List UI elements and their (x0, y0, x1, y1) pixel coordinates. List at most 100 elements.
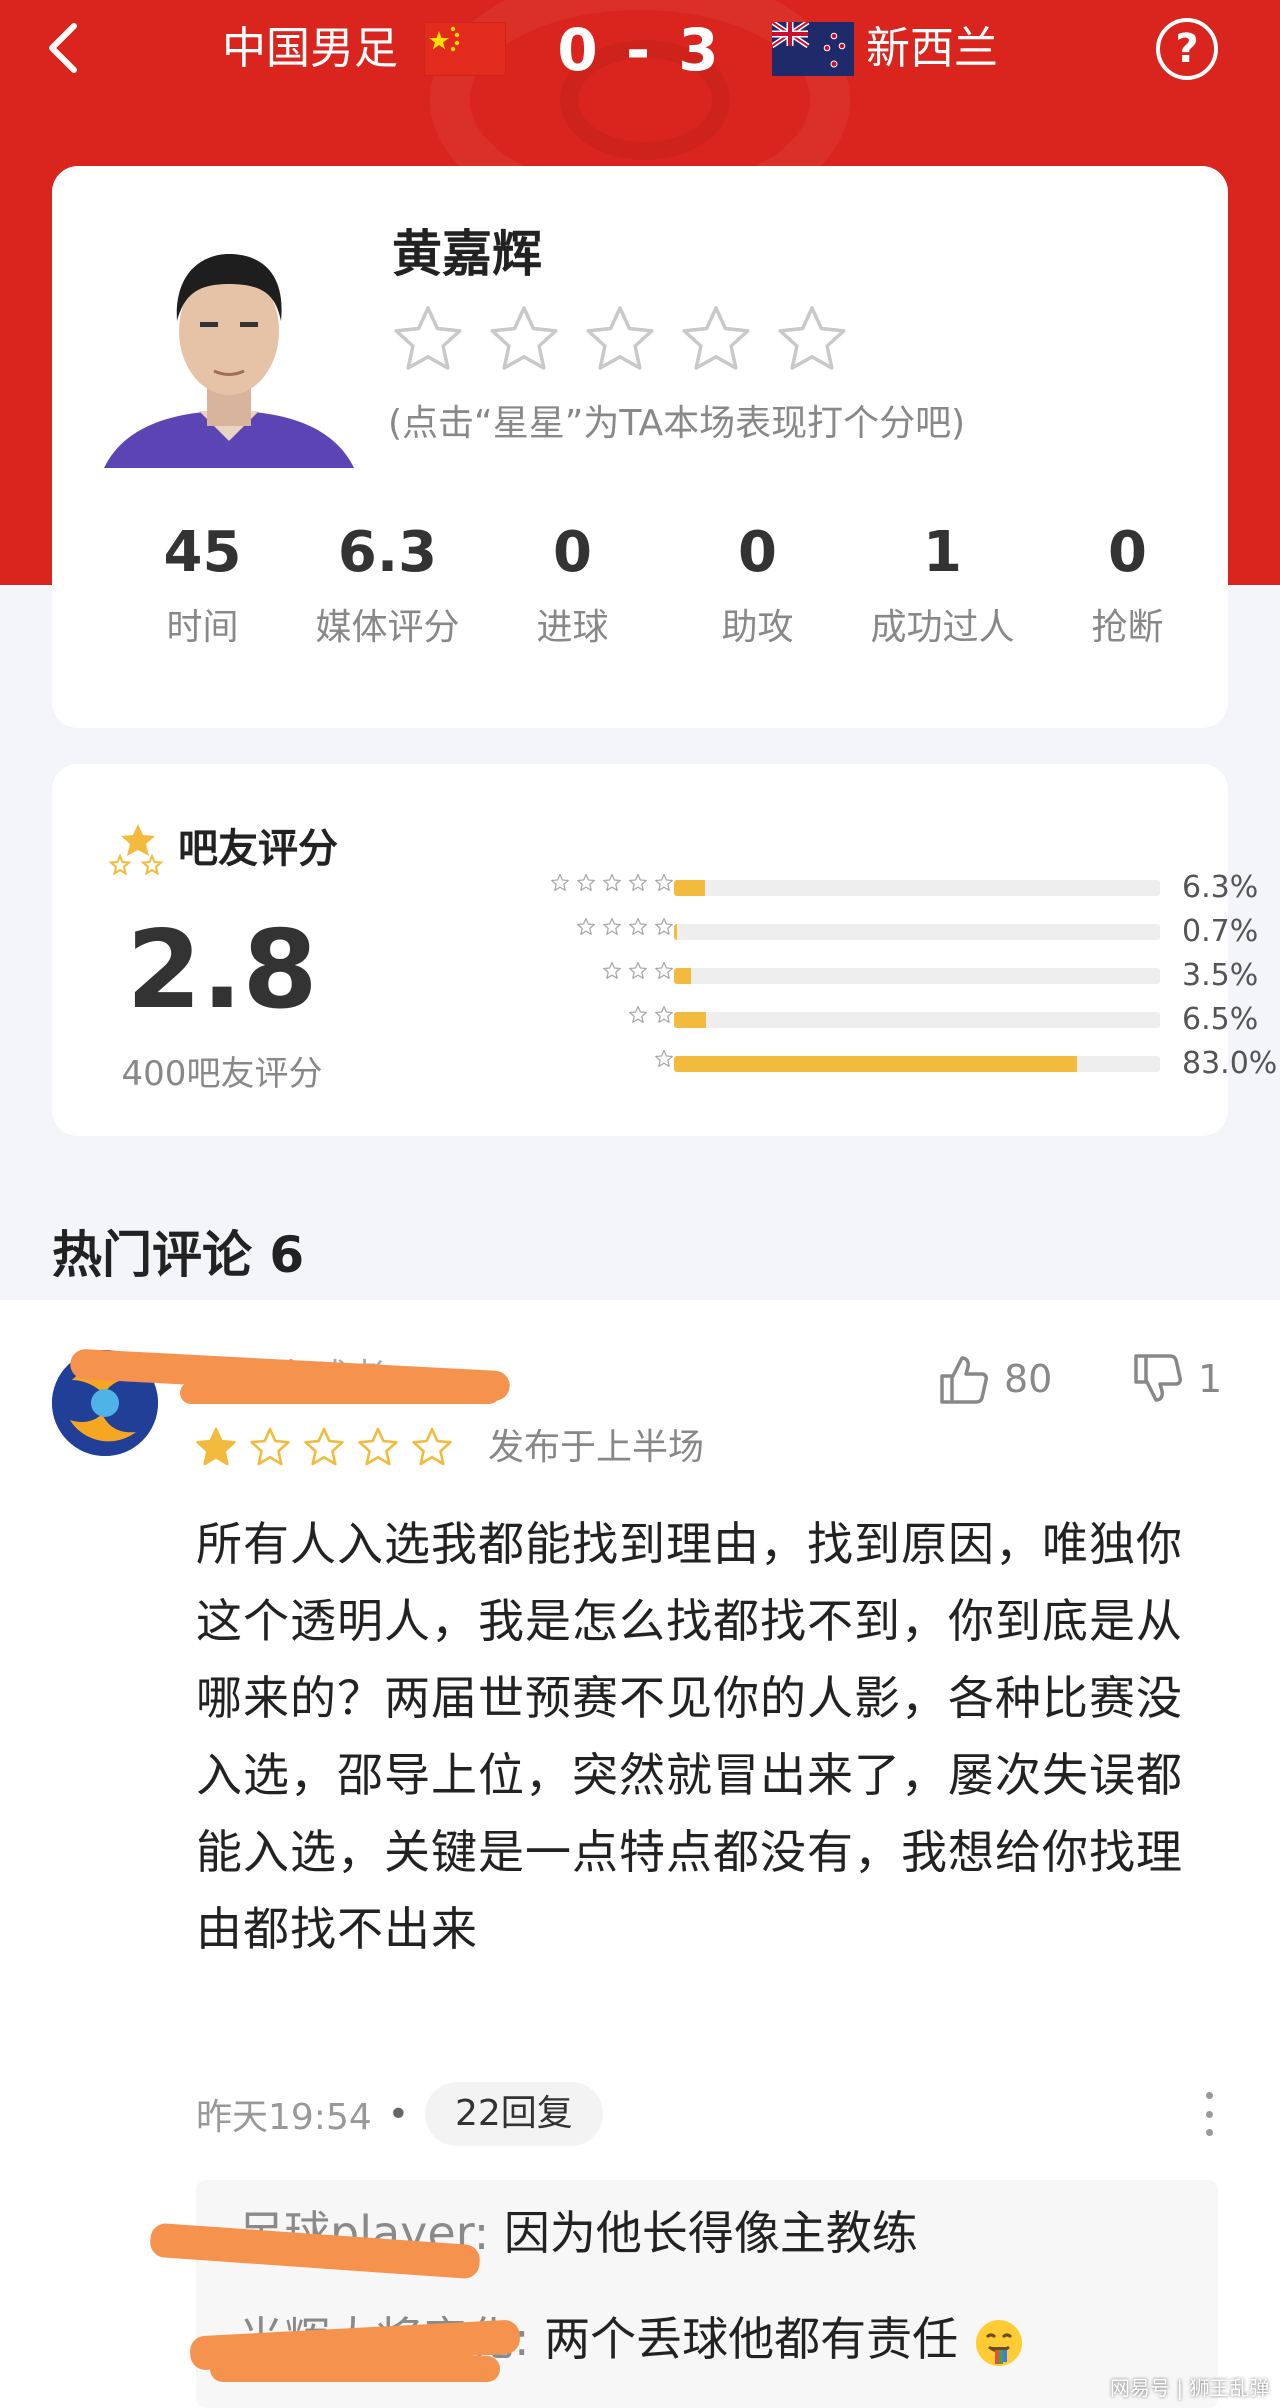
rating-row-2-stars: 6.5% (352, 1000, 1258, 1040)
fan-rating-title: 吧友评分 (178, 826, 338, 872)
rating-bar (674, 924, 678, 940)
star-outline-icon (655, 1005, 673, 1023)
star-outline-icon (655, 873, 673, 891)
star-outline-icon (629, 1005, 647, 1023)
hot-comments-title: 热门评论 6 (52, 1226, 305, 1284)
stars-cluster-icon (108, 824, 164, 876)
star-outline-icon (304, 1427, 344, 1466)
rating-hint: (点击“星星”为TA本场表现打个分吧) (388, 403, 966, 444)
top-bar: 中国男足 0 - 3 新西兰 ? (0, 0, 1280, 100)
fan-rating-count: 400吧友评分 (121, 1054, 323, 1094)
dislike-button[interactable]: 1 (1130, 1348, 1222, 1410)
china-flag-icon (424, 22, 506, 76)
fan-rating-card: 吧友评分 2.8 400吧友评分 6.3% 0.7% 3.5% 6.5% 83.0% (52, 764, 1277, 1136)
rating-bar-track (674, 880, 1160, 896)
star-outline-icon (412, 1427, 452, 1466)
home-team-name: 中国男足 (222, 23, 398, 74)
reply-text: 因为他长得像主教练 (503, 2206, 918, 2260)
rating-bar (674, 1056, 1078, 1072)
stat-label: 抢断 (1091, 607, 1164, 648)
star-outline-icon (577, 873, 595, 891)
star-outline-icon[interactable] (484, 300, 564, 380)
star-outline-icon (629, 917, 647, 935)
rating-percent-label: 83.0% (1182, 1046, 1278, 1081)
rating-bar-track (674, 1056, 1160, 1072)
rating-percent-label: 6.3% (1182, 870, 1259, 905)
row-stars (654, 1049, 674, 1073)
stat-goals: 0 进球 (480, 516, 665, 656)
match-score: 0 - 3 (557, 16, 723, 84)
comment-time: 昨天19:54 (196, 2097, 372, 2138)
star-outline-icon (629, 961, 647, 979)
rating-star-picker (388, 300, 852, 380)
stat-label: 进球 (536, 607, 609, 648)
row-stars (628, 1005, 674, 1029)
stat-value: 45 (163, 520, 242, 585)
watermark: 网易号 | 狮王乱弹 (1110, 2376, 1270, 2400)
star-outline-icon (655, 917, 673, 935)
comment-text: 所有人入选我都能找到理由，找到原因，唯独你这个透明人，我是怎么找都找不到，你到底… (196, 1517, 1183, 1956)
fan-rating-average: 2.8 (126, 908, 318, 1033)
star-outline-icon[interactable] (676, 300, 756, 380)
star-outline-icon (603, 873, 621, 891)
star-outline-icon (603, 961, 621, 979)
stat-value: 0 (1108, 520, 1147, 585)
star-outline-icon (577, 917, 595, 935)
star-outline-icon (250, 1427, 290, 1466)
stat-value: 0 (738, 520, 777, 585)
stat-value: 0 (553, 520, 592, 585)
star-outline-icon (655, 961, 673, 979)
player-stats: 45 时间 6.3 媒体评分 0 进球 0 助攻 1 成功过人 0 抢断 (110, 516, 1220, 656)
player-avatar (104, 226, 354, 468)
star-outline-icon (629, 873, 647, 891)
stat-label: 时间 (166, 607, 239, 648)
stat-assists: 0 助攻 (665, 516, 850, 656)
thumbs-up-icon (940, 1356, 988, 1404)
stat-value: 1 (923, 520, 962, 585)
star-outline-icon (358, 1427, 398, 1466)
like-button[interactable]: 80 (936, 1348, 1052, 1410)
rating-percent-label: 0.7% (1182, 914, 1259, 949)
comment-posted-period: 发布于上半场 (488, 1427, 705, 1468)
reply-text: 两个丢球他都有责任 (544, 2312, 959, 2366)
thumbs-down-icon (1134, 1354, 1182, 1402)
new-zealand-flag-icon (770, 19, 854, 76)
reply-username-redaction-scribble (210, 2356, 500, 2382)
star-outline-icon (655, 1049, 673, 1067)
stat-value: 6.3 (337, 520, 438, 585)
username-redaction-scribble (180, 1382, 500, 1404)
rating-row-4-stars: 0.7% (352, 912, 1258, 952)
row-stars (550, 873, 674, 897)
help-icon: ? (1175, 26, 1199, 72)
star-outline-icon (603, 917, 621, 935)
rating-bar-track (674, 1012, 1160, 1028)
like-count: 80 (1004, 1357, 1053, 1401)
chevron-left-icon (49, 23, 77, 73)
back-button[interactable] (36, 18, 96, 78)
player-card: 黄嘉辉 (点击“星星”为TA本场表现打个分吧) 45 时间 6.3 媒体评分 0… (52, 166, 1228, 728)
dislike-count: 1 (1198, 1357, 1223, 1401)
rating-bar-track (674, 968, 1160, 984)
star-outline-icon (551, 873, 569, 891)
star-filled-icon (196, 1427, 236, 1466)
rating-row-5-stars: 6.3% (352, 868, 1258, 908)
rating-row-1-stars: 83.0% (352, 1044, 1277, 1084)
row-stars (602, 961, 674, 985)
row-stars (576, 917, 674, 941)
star-outline-icon[interactable] (772, 300, 852, 380)
reply-count-button[interactable]: 22回复 (424, 2082, 603, 2146)
stat-label: 成功过人 (870, 607, 1015, 648)
star-outline-icon[interactable] (388, 300, 468, 380)
away-team-name: 新西兰 (866, 23, 998, 74)
star-outline-icon[interactable] (580, 300, 660, 380)
stat-label: 媒体评分 (315, 607, 460, 648)
rating-bar (674, 968, 691, 984)
stat-dribbles: 1 成功过人 (850, 516, 1035, 656)
comment-meta: 昨天19:54 • 22回复 (196, 2082, 603, 2146)
stat-label: 助攻 (721, 607, 794, 648)
more-options-icon[interactable] (1194, 2092, 1224, 2136)
rating-percent-label: 6.5% (1182, 1002, 1259, 1037)
help-button[interactable]: ? (1156, 18, 1218, 80)
separator-dot: • (387, 2093, 409, 2135)
comment-star-rating (194, 1426, 454, 1472)
